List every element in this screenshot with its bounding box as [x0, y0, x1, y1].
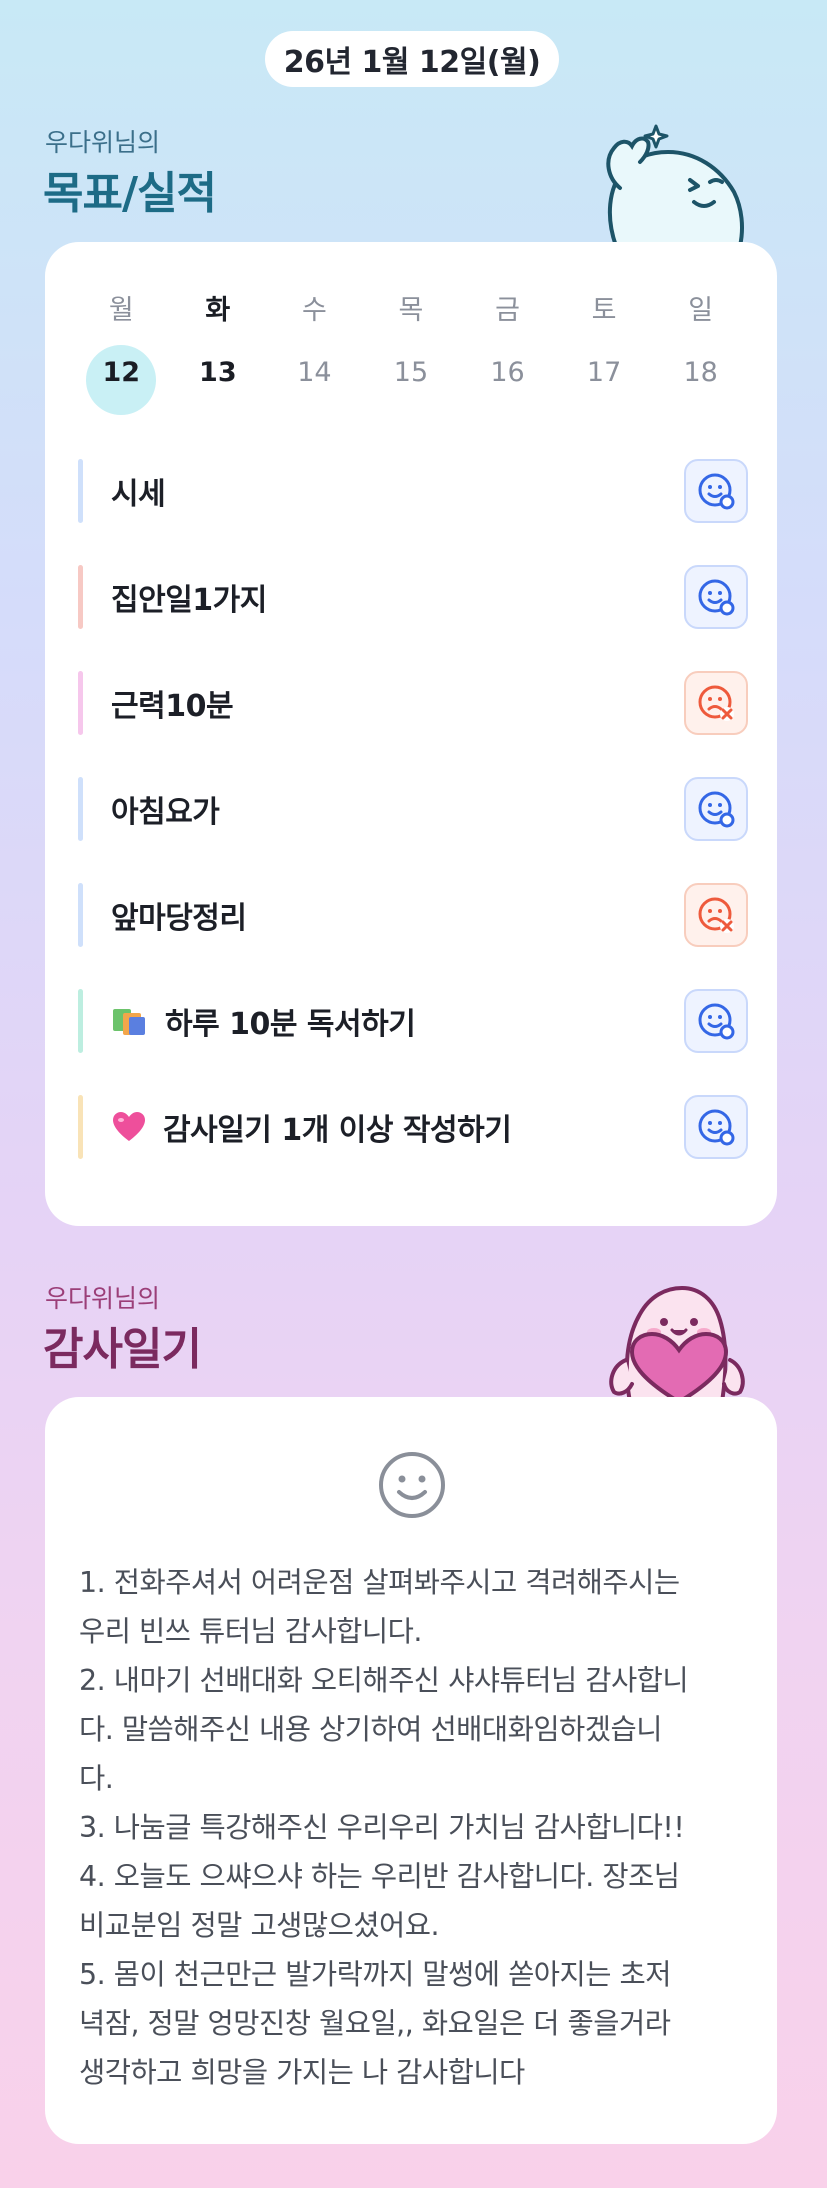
goal-row: 하루 10분 독서하기 — [78, 987, 748, 1055]
day-13[interactable]: 13 — [183, 345, 253, 415]
goal-color-bar — [78, 1095, 83, 1159]
goal-row: 아침요가 — [78, 775, 748, 843]
goal-status-done-button[interactable] — [684, 1095, 748, 1159]
gratitude-line: 1. 전화주셔서 어려운점 살펴봐주시고 격려해주시는 — [79, 1566, 680, 1599]
weekday-tue: 화 — [205, 295, 231, 326]
smile-check-icon — [698, 473, 735, 510]
goal-status-fail-button[interactable] — [684, 671, 748, 735]
goal-status-done-button[interactable] — [684, 777, 748, 841]
goal-row: 근력10분 — [78, 669, 748, 737]
weekday-thu: 목 — [398, 295, 424, 326]
day-12[interactable]: 12 — [86, 345, 157, 415]
weekday-wed: 수 — [301, 295, 327, 326]
heart-icon — [111, 1111, 147, 1143]
sad-x-icon — [698, 685, 734, 721]
goal-label: 앞마당정리 — [111, 901, 247, 936]
goal-color-bar — [78, 883, 83, 947]
goal-color-bar — [78, 989, 83, 1053]
weekday-sun: 일 — [688, 295, 714, 326]
gratitude-section-subtitle: 우다위님의 — [45, 1284, 161, 1313]
gratitude-line: 5. 몸이 천근만근 발가락까지 말썽에 쏟아지는 초저 — [79, 1958, 671, 1991]
gratitude-line: 다. 말씀해주신 내용 상기하여 선배대화임하겠습니 — [79, 1713, 662, 1746]
gratitude-journal-text: 1. 전화주셔서 어려운점 살펴봐주시고 격려해주시는 우리 빈쓰 튜터님 감사… — [79, 1558, 749, 2097]
goal-color-bar — [78, 459, 83, 523]
goal-row: 시세 — [78, 457, 748, 525]
goals-section-subtitle: 우다위님의 — [45, 128, 161, 157]
smile-check-icon — [698, 791, 735, 828]
gratitude-line: 4. 오늘도 으쌰으샤 하는 우리반 감사합니다. 장조님 — [79, 1860, 680, 1893]
gratitude-line: 생각하고 희망을 가지는 나 감사합니다 — [79, 2056, 525, 2089]
goal-label: 하루 10분 독서하기 — [111, 999, 684, 1043]
goal-label: 근력10분 — [111, 689, 234, 724]
goal-label: 아침요가 — [111, 795, 220, 830]
goal-row: 앞마당정리 — [78, 881, 748, 949]
weekday-sat: 토 — [591, 295, 617, 326]
gratitude-line: 비교분임 정말 고생많으셨어요. — [79, 1909, 440, 1942]
gratitude-line: 녁잠, 정말 엉망진창 월요일,, 화요일은 더 좋을거라 — [79, 2007, 671, 2040]
day-number-row: 12 13 14 15 16 17 18 — [45, 345, 777, 415]
goal-status-fail-button[interactable] — [684, 883, 748, 947]
goal-color-bar — [78, 777, 83, 841]
smile-check-icon — [698, 1003, 735, 1040]
smile-check-icon — [698, 1109, 735, 1146]
day-17[interactable]: 17 — [569, 345, 639, 415]
goal-status-done-button[interactable] — [684, 459, 748, 523]
date-display[interactable]: 26년 1월 12일(월) — [265, 31, 559, 87]
sad-x-icon — [698, 897, 734, 933]
smile-check-icon — [698, 579, 735, 616]
goal-status-done-button[interactable] — [684, 989, 748, 1053]
goal-label: 감사일기 1개 이상 작성하기 — [111, 1105, 684, 1149]
gratitude-section-title: 감사일기 — [43, 1324, 202, 1375]
books-icon — [111, 1005, 149, 1037]
mascot-heart-illustration — [609, 1285, 745, 1402]
day-16[interactable]: 16 — [473, 345, 543, 415]
gratitude-line: 우리 빈쓰 튜터님 감사합니다. — [79, 1615, 422, 1648]
goal-status-done-button[interactable] — [684, 565, 748, 629]
gratitude-line: 2. 내마기 선배대화 오티해주신 샤샤튜터님 감사합니 — [79, 1664, 689, 1697]
goal-label: 집안일1가지 — [111, 583, 267, 618]
goal-label: 시세 — [111, 477, 166, 512]
goal-color-bar — [78, 565, 83, 629]
goal-color-bar — [78, 671, 83, 735]
goal-row: 집안일1가지 — [78, 563, 748, 631]
mascot-pointing-illustration — [606, 124, 744, 246]
goal-row: 감사일기 1개 이상 작성하기 — [78, 1093, 748, 1161]
weekday-row: 월 화 수 목 금 토 일 — [45, 288, 777, 327]
day-15[interactable]: 15 — [376, 345, 446, 415]
gratitude-line: 다. — [79, 1762, 114, 1795]
smile-face-icon — [379, 1452, 445, 1518]
weekday-mon: 월 — [108, 295, 134, 326]
day-18[interactable]: 18 — [666, 345, 736, 415]
goals-section-title: 목표/실적 — [43, 168, 217, 219]
gratitude-line: 3. 나눔글 특강해주신 우리우리 가치님 감사합니다!! — [79, 1811, 685, 1844]
day-14[interactable]: 14 — [279, 345, 349, 415]
weekday-fri: 금 — [495, 295, 520, 326]
